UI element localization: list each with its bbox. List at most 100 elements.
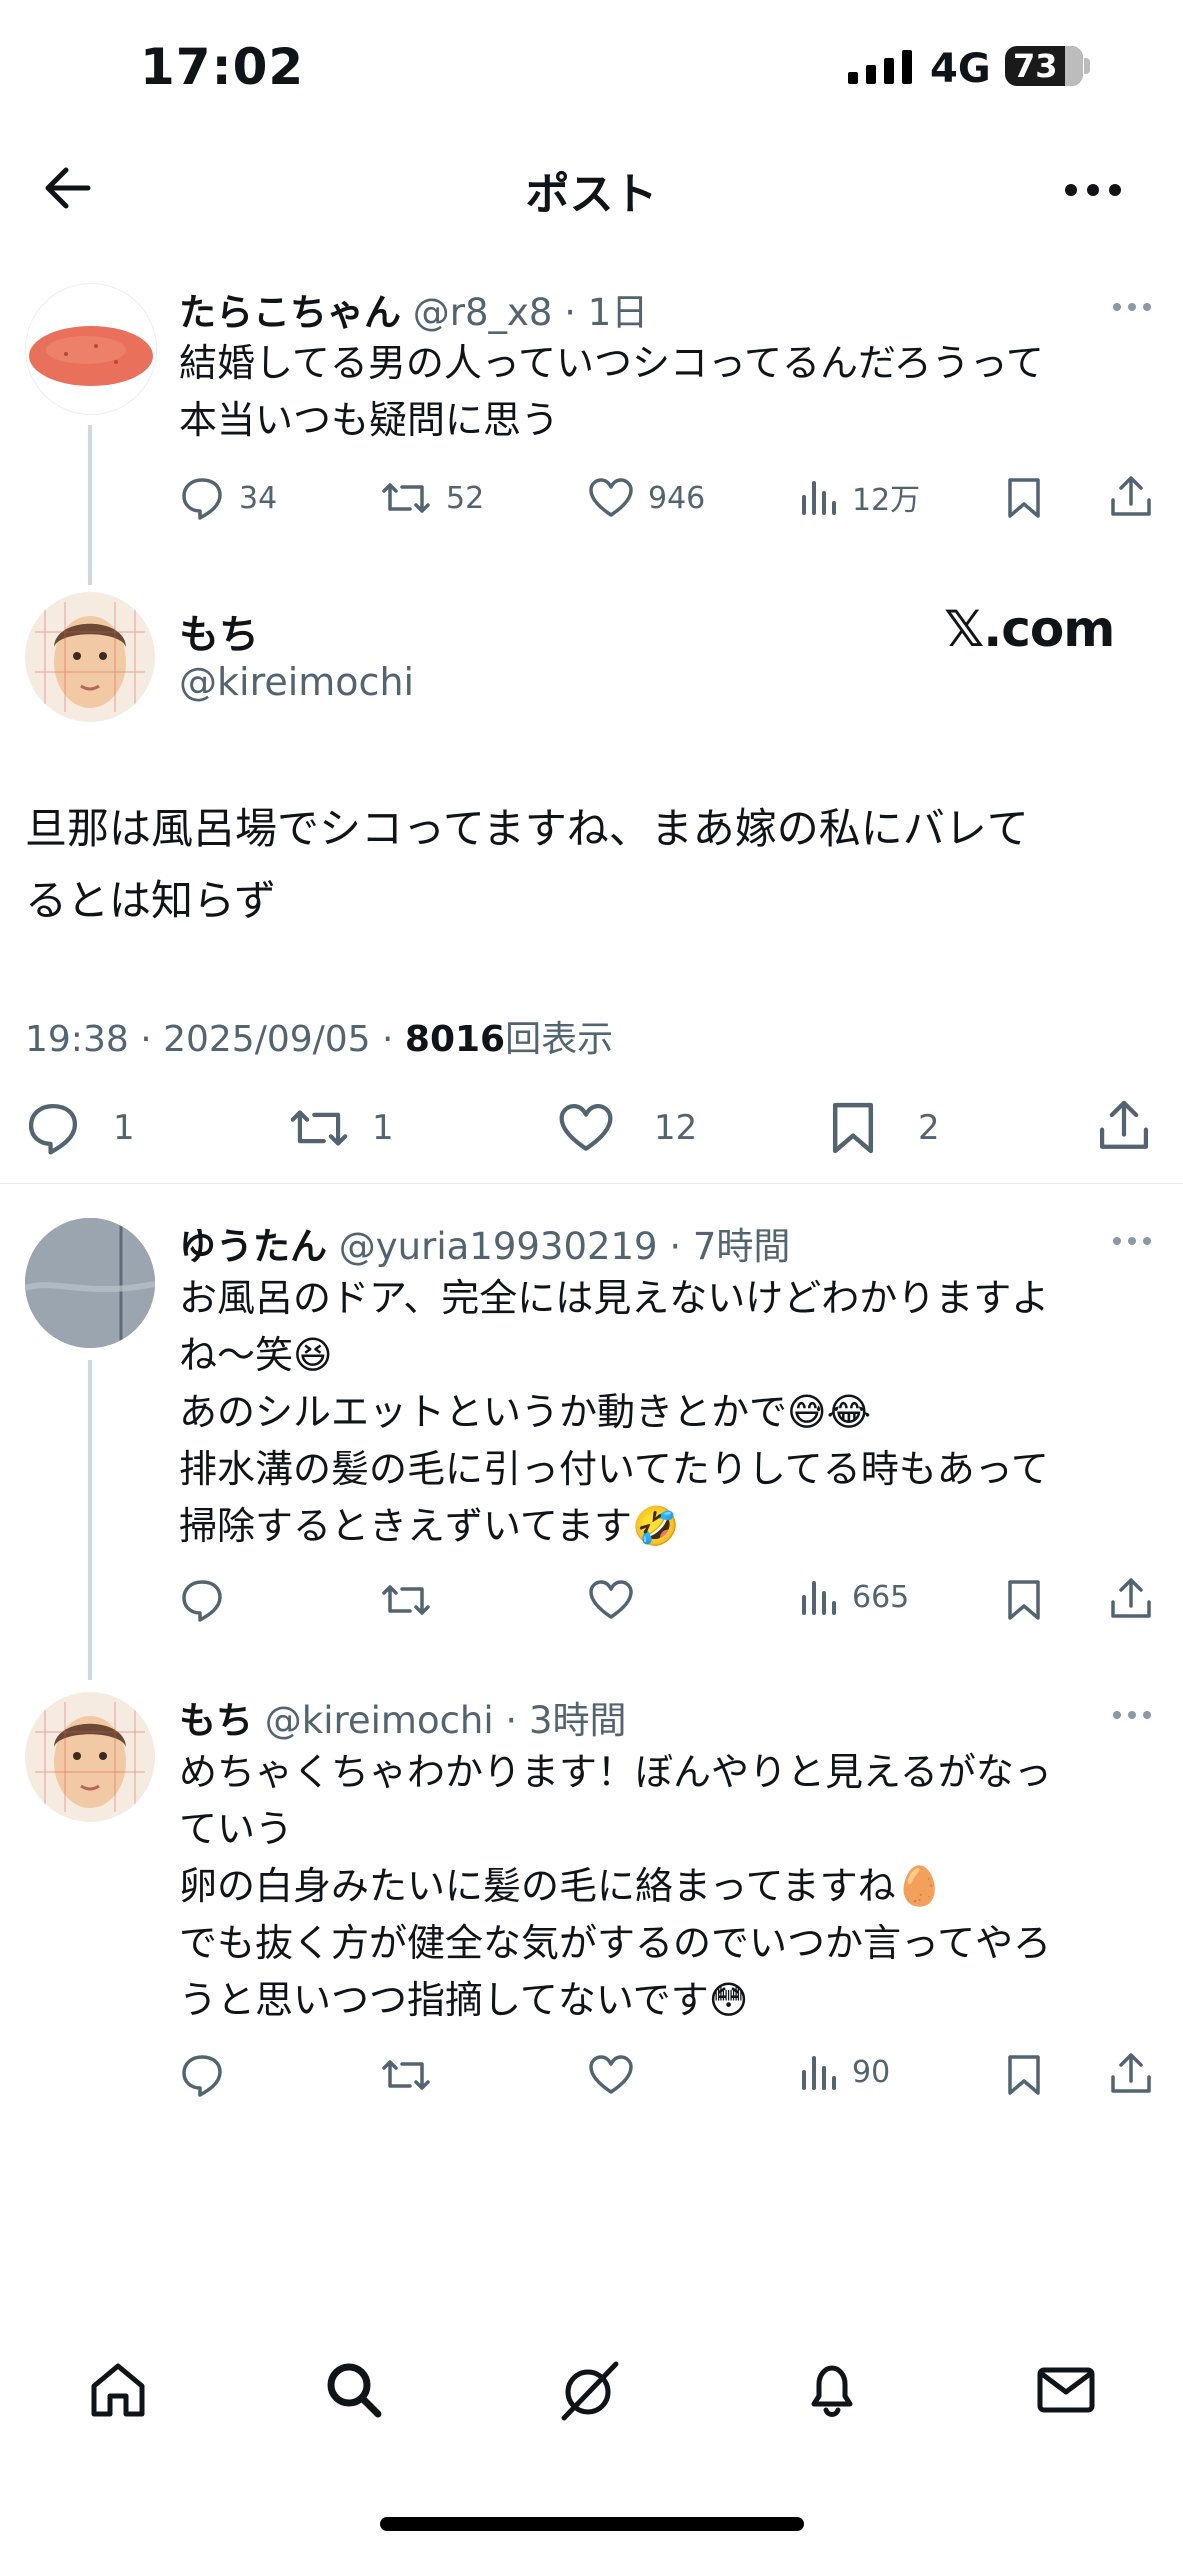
- avatar[interactable]: [25, 1218, 155, 1348]
- reply-icon: [182, 1580, 222, 1622]
- reply-icon: [182, 478, 222, 520]
- status-time: 17:02: [140, 38, 305, 96]
- bookmark-icon: [1008, 478, 1040, 518]
- views-action[interactable]: 90: [798, 2052, 890, 2092]
- mail-icon: [1037, 2367, 1095, 2413]
- more-dots-icon: [1065, 184, 1121, 196]
- main-share-button[interactable]: [1097, 1098, 1151, 1154]
- battery-level: 73: [1013, 47, 1058, 85]
- retweet-action[interactable]: [380, 1577, 432, 1623]
- author-meta: @yuria19930219 · 7時間: [338, 1225, 791, 1268]
- face-avatar-icon: [35, 1702, 145, 1812]
- main-retweet-action[interactable]: 1: [288, 1100, 394, 1156]
- retweet-icon: [290, 1110, 348, 1146]
- home-indicator[interactable]: [380, 2517, 804, 2531]
- views-icon: [802, 1581, 836, 1615]
- tweet-text: お風呂のドア、完全には見えないけどわかりますよ ね〜笑😆 あのシルエットというか…: [179, 1276, 1050, 1548]
- main-author-handle[interactable]: @kireimochi: [179, 660, 414, 704]
- signal-icon: [848, 50, 914, 84]
- share-icon: [1111, 1578, 1151, 1618]
- like-action[interactable]: [588, 1577, 634, 1623]
- tab-notifications[interactable]: [800, 2358, 864, 2422]
- views-count: 665: [852, 1579, 910, 1615]
- tab-search[interactable]: [322, 2358, 386, 2422]
- face-avatar-icon: [35, 602, 145, 712]
- main-reply-count: 1: [113, 1108, 135, 1148]
- views-action[interactable]: 665: [798, 1577, 909, 1617]
- tab-messages[interactable]: [1034, 2358, 1098, 2422]
- author-name[interactable]: もち: [179, 1699, 253, 1742]
- reply-action[interactable]: 34: [179, 475, 277, 521]
- main-like-action[interactable]: 12: [558, 1100, 697, 1156]
- tweet-text: 結婚してる男の人っていつシコってるんだろうって 本当いつも疑問に思う: [179, 341, 1044, 442]
- heart-icon: [559, 1103, 613, 1151]
- bookmark-button[interactable]: [1006, 476, 1042, 520]
- tweet-more-button[interactable]: [1112, 1236, 1152, 1246]
- main-bookmark-count: 2: [918, 1108, 940, 1148]
- views-icon: [802, 2056, 836, 2090]
- share-button[interactable]: [1109, 2051, 1153, 2097]
- retweet-icon: [382, 483, 430, 513]
- heart-icon: [589, 478, 633, 517]
- bookmark-icon: [832, 1102, 874, 1154]
- tweet-more-button[interactable]: [1112, 302, 1152, 312]
- main-author-name[interactable]: もち: [179, 602, 259, 660]
- heart-icon: [589, 1580, 633, 1619]
- divider: [0, 1183, 1183, 1184]
- battery-indicator: 73: [1005, 46, 1083, 86]
- avatar[interactable]: [25, 283, 157, 415]
- thread-line: [88, 425, 92, 585]
- bookmark-icon: [1008, 2055, 1040, 2095]
- views-count: 90: [852, 2054, 891, 2090]
- share-button[interactable]: [1109, 474, 1153, 520]
- reply-icon: [28, 1103, 78, 1155]
- bookmark-button[interactable]: [1006, 2053, 1042, 2097]
- views-action[interactable]: 12万: [798, 475, 920, 519]
- views-label: 回表示: [505, 1019, 614, 1060]
- views-count: 12万: [852, 483, 921, 518]
- reply-icon: [182, 2055, 222, 2097]
- like-action[interactable]: [588, 2052, 634, 2098]
- tweet-timestamp: 19:38 · 2025/09/05 · 8016回表示: [25, 1019, 614, 1060]
- views-icon: [802, 481, 836, 515]
- grok-icon: [561, 2361, 619, 2421]
- home-icon: [91, 2363, 145, 2417]
- share-icon: [1111, 2053, 1151, 2093]
- retweet-action[interactable]: [380, 2052, 432, 2098]
- like-action[interactable]: 946: [588, 475, 705, 521]
- retweet-icon: [382, 1585, 430, 1615]
- bookmark-button[interactable]: [1006, 1578, 1042, 1622]
- reply-action[interactable]: [179, 2052, 225, 2098]
- page-title: ポスト: [525, 169, 658, 220]
- search-icon: [327, 2363, 382, 2418]
- tab-home[interactable]: [86, 2358, 150, 2422]
- battery-tip: [1084, 58, 1090, 74]
- author-name[interactable]: たらこちゃん: [179, 291, 401, 334]
- share-button[interactable]: [1109, 1576, 1153, 1622]
- tweet-text: めちゃくちゃわかります！ぼんやりと見えるがなっ ていう 卵の白身みたいに髪の毛に…: [179, 1750, 1052, 2022]
- thread-line: [88, 1360, 92, 1680]
- main-reply-action[interactable]: 1: [25, 1100, 135, 1156]
- avatar[interactable]: [25, 1692, 155, 1822]
- author-meta: @r8_x8 · 1日: [412, 291, 649, 334]
- retweet-action[interactable]: 52: [380, 475, 484, 521]
- door-avatar-icon: [25, 1218, 155, 1348]
- views-number: 8016: [404, 1019, 506, 1060]
- tab-grok[interactable]: [558, 2358, 622, 2422]
- bell-icon: [811, 2365, 853, 2417]
- more-options-button[interactable]: [1064, 183, 1122, 197]
- share-icon: [1111, 476, 1151, 516]
- main-tweet-text: 旦那は風呂場でシコってますね、まあ嫁の私にバレて るとは知らず: [25, 804, 1029, 925]
- heart-icon: [589, 2055, 633, 2094]
- author-name[interactable]: ゆうたん: [179, 1225, 327, 1268]
- bookmark-icon: [1008, 1580, 1040, 1620]
- tweet-more-button[interactable]: [1112, 1710, 1152, 1720]
- reply-action[interactable]: [179, 1577, 225, 1623]
- share-icon: [1099, 1100, 1149, 1149]
- more-dots-icon: [1113, 303, 1151, 311]
- main-like-count: 12: [654, 1108, 698, 1148]
- main-bookmark-action[interactable]: 2: [830, 1100, 940, 1156]
- source-label: 𝕏.com: [944, 600, 1115, 658]
- more-dots-icon: [1113, 1237, 1151, 1245]
- avatar[interactable]: [25, 592, 155, 722]
